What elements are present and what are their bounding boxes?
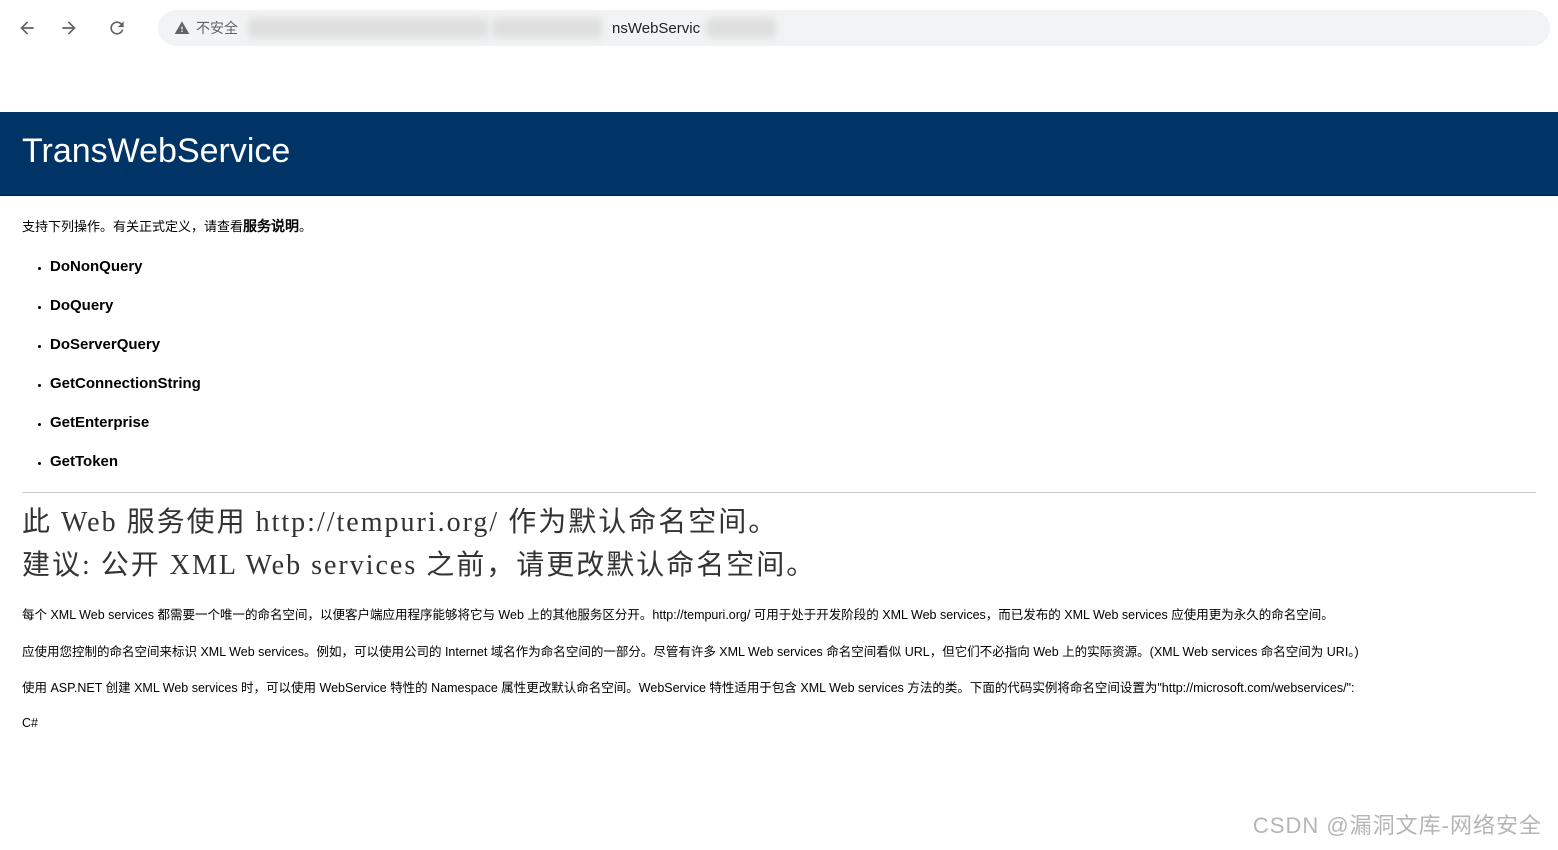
description-para: 应使用您控制的命名空间来标识 XML Web services。例如，可以使用公… xyxy=(22,643,1536,662)
operation-link[interactable]: DoNonQuery xyxy=(50,258,1536,275)
description-block: 每个 XML Web services 都需要一个唯一的命名空间，以便客户端应用… xyxy=(22,606,1536,698)
operation-label: GetConnectionString xyxy=(50,375,201,392)
namespace-recommendation: 建议: 公开 XML Web services 之前，请更改默认命名空间。 xyxy=(22,544,1536,587)
spacer xyxy=(0,56,1558,112)
intro-suffix: 。 xyxy=(299,219,312,234)
operations-list: DoNonQuery DoQuery DoServerQuery GetConn… xyxy=(22,258,1536,470)
address-bar[interactable]: 不安全 nsWebServic xyxy=(158,10,1550,46)
redacted-url-segment xyxy=(248,18,488,38)
intro-prefix: 支持下列操作。有关正式定义，请查看 xyxy=(22,219,243,234)
page-content: 支持下列操作。有关正式定义，请查看服务说明。 DoNonQuery DoQuer… xyxy=(0,196,1558,750)
operation-link[interactable]: GetEnterprise xyxy=(50,414,1536,431)
reload-button[interactable] xyxy=(98,9,136,47)
intro-text: 支持下列操作。有关正式定义，请查看服务说明。 xyxy=(22,216,1536,236)
security-label: 不安全 xyxy=(196,18,238,38)
forward-button[interactable] xyxy=(50,9,88,47)
operation-link[interactable]: DoServerQuery xyxy=(50,336,1536,353)
reload-icon xyxy=(107,18,127,38)
divider xyxy=(22,492,1536,493)
namespace-current: 此 Web 服务使用 http://tempuri.org/ 作为默认命名空间。 xyxy=(22,501,1536,544)
page-title: TransWebService xyxy=(0,112,1558,196)
warning-triangle-icon xyxy=(174,20,190,36)
operation-link[interactable]: GetConnectionString xyxy=(50,375,1536,392)
description-para: 使用 ASP.NET 创建 XML Web services 时，可以使用 We… xyxy=(22,679,1536,698)
operation-label: GetToken xyxy=(50,453,118,470)
redacted-url-segment xyxy=(492,18,602,38)
operation-link[interactable]: DoQuery xyxy=(50,297,1536,314)
watermark: CSDN @漏洞文库-网络安全 xyxy=(1253,808,1542,840)
service-description-link[interactable]: 服务说明 xyxy=(243,218,299,234)
operation-link[interactable]: GetToken xyxy=(50,453,1536,470)
description-para: 每个 XML Web services 都需要一个唯一的命名空间，以便客户端应用… xyxy=(22,606,1536,625)
arrow-right-icon xyxy=(59,18,79,38)
code-language-label: C# xyxy=(22,716,1536,730)
namespace-warning: 此 Web 服务使用 http://tempuri.org/ 作为默认命名空间。… xyxy=(22,501,1536,588)
redacted-url-segment xyxy=(706,18,776,38)
operation-label: DoQuery xyxy=(50,297,113,314)
arrow-left-icon xyxy=(17,18,37,38)
operation-label: DoServerQuery xyxy=(50,336,160,353)
operation-label: GetEnterprise xyxy=(50,414,149,431)
back-button[interactable] xyxy=(8,9,46,47)
security-indicator[interactable]: 不安全 xyxy=(174,18,238,38)
url-visible-text: nsWebServic xyxy=(612,20,700,37)
browser-toolbar: 不安全 nsWebServic xyxy=(0,0,1558,56)
operation-label: DoNonQuery xyxy=(50,258,143,275)
